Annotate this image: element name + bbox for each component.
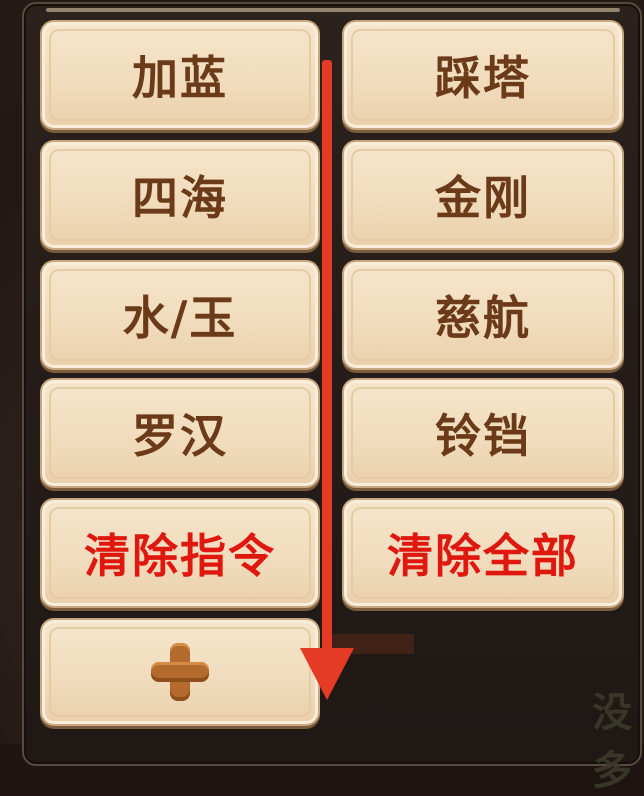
luohan-label: 罗汉 xyxy=(132,409,228,463)
lingdang-button[interactable]: 铃铛 xyxy=(342,378,624,488)
panel-top-divider xyxy=(46,8,620,12)
jialan-label: 加蓝 xyxy=(132,51,228,105)
shuiyu-button[interactable]: 水/玉 xyxy=(40,260,320,370)
caita-label: 踩塔 xyxy=(435,51,531,105)
down-arrow-icon xyxy=(300,648,354,700)
annotation-arrow-shaft xyxy=(322,60,332,650)
caita-button[interactable]: 踩塔 xyxy=(342,20,624,130)
sihai-button[interactable]: 四海 xyxy=(40,140,320,250)
jialan-button[interactable]: 加蓝 xyxy=(40,20,320,130)
clear-command-label: 清除指令 xyxy=(84,529,276,583)
shuiyu-label: 水/玉 xyxy=(122,291,238,345)
jingang-label: 金刚 xyxy=(435,171,531,225)
sihai-label: 四海 xyxy=(132,171,228,225)
cihang-label: 慈航 xyxy=(435,291,531,345)
add-command-button[interactable] xyxy=(40,618,320,726)
jingang-button[interactable]: 金刚 xyxy=(342,140,624,250)
background-text: 没多 xyxy=(592,690,632,794)
lingdang-label: 铃铛 xyxy=(435,409,531,463)
clear-all-label: 清除全部 xyxy=(387,529,579,583)
clear-command-button[interactable]: 清除指令 xyxy=(40,498,320,608)
clear-all-button[interactable]: 清除全部 xyxy=(342,498,624,608)
cihang-button[interactable]: 慈航 xyxy=(342,260,624,370)
luohan-button[interactable]: 罗汉 xyxy=(40,378,320,488)
plus-icon xyxy=(151,643,209,701)
